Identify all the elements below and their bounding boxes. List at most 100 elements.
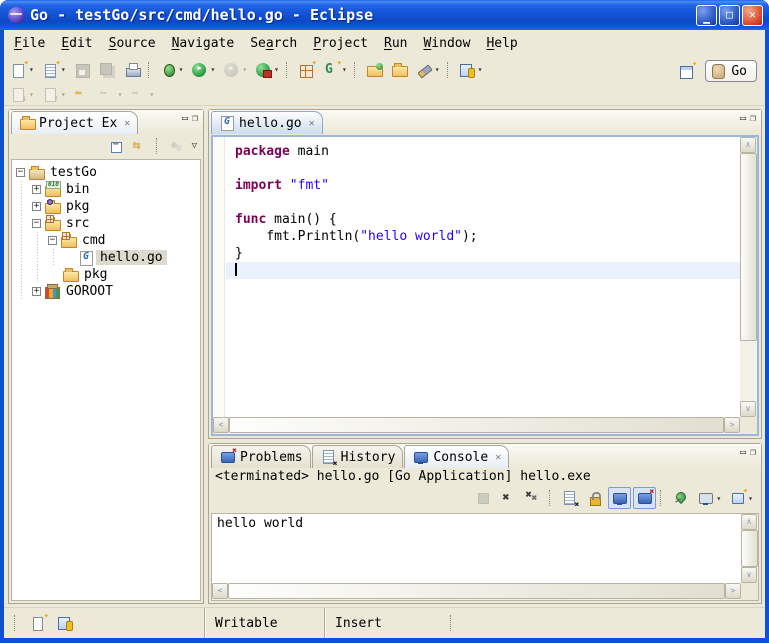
show-stderr-change-button[interactable] <box>633 487 656 509</box>
tab-hello-go[interactable]: hello.go ✕ <box>211 111 323 134</box>
new-wizard-button[interactable]: ▾ <box>7 59 37 81</box>
perspective-bar: Go <box>674 60 757 82</box>
dropdown-arrow-icon: ▾ <box>29 90 34 99</box>
code-line-4[interactable] <box>226 194 740 211</box>
title-bar[interactable]: Go - testGo/src/cmd/hello.go - Eclipse ▁… <box>0 0 769 30</box>
maximize-view-button[interactable]: ❐ <box>750 446 756 460</box>
scroll-down-icon[interactable]: ∨ <box>741 567 757 583</box>
tree-item-pkg[interactable]: pkg <box>12 266 200 283</box>
remove-launch-button[interactable] <box>497 487 520 509</box>
open-perspective-button[interactable] <box>675 60 698 82</box>
menu-window[interactable]: Window <box>415 33 478 54</box>
debug-last-launched-button[interactable] <box>363 59 386 81</box>
menu-search[interactable]: Search <box>242 33 305 54</box>
scroll-left-icon[interactable]: < <box>213 417 229 433</box>
tab-problems[interactable]: Problems <box>211 445 311 468</box>
fast-view-button[interactable] <box>27 612 50 634</box>
tree-item-cmd[interactable]: −cmd <box>12 232 200 249</box>
collapse-all-button[interactable] <box>104 136 127 156</box>
menu-navigate[interactable]: Navigate <box>164 33 243 54</box>
editor-horizontal-scrollbar[interactable]: < > <box>213 417 740 434</box>
minimize-view-button[interactable]: ▭ <box>182 112 188 126</box>
close-view-icon[interactable]: ✕ <box>495 452 501 463</box>
menu-edit[interactable]: Edit <box>53 33 100 54</box>
tree-item-testgo[interactable]: −testGo <box>12 164 200 181</box>
maximize-view-button[interactable]: ❐ <box>192 112 198 126</box>
code-area[interactable]: package main import "fmt" func main() { fm… <box>226 137 740 417</box>
collapse-icon[interactable]: − <box>32 219 41 228</box>
maximize-editor-button[interactable]: ❐ <box>750 112 756 126</box>
tab-history[interactable]: History <box>312 445 404 468</box>
scroll-lock-button[interactable] <box>583 487 606 509</box>
expand-icon[interactable]: + <box>32 287 41 296</box>
menu-source[interactable]: Source <box>101 33 164 54</box>
tree-item-pkg[interactable]: +pkg <box>12 198 200 215</box>
annotation-navigation-button[interactable]: ▾ <box>456 59 486 81</box>
close-editor-icon[interactable]: ✕ <box>309 118 315 129</box>
console-view-icon <box>412 449 429 465</box>
tree-item-hello-go[interactable]: hello.go <box>12 249 200 266</box>
code-line-5[interactable]: func main() { <box>226 211 740 228</box>
menu-project[interactable]: Project <box>305 33 376 54</box>
close-view-icon[interactable]: ✕ <box>124 118 130 129</box>
console-vertical-scrollbar[interactable]: ∧ ∨ <box>741 514 758 583</box>
console-horizontal-scrollbar[interactable]: < > <box>212 583 741 600</box>
console-content[interactable]: hello world ∧ ∨ < > <box>211 513 759 601</box>
menu-run[interactable]: Run <box>376 33 415 54</box>
clear-console-button[interactable] <box>558 487 581 509</box>
menu-help[interactable]: Help <box>478 33 525 54</box>
profile-icon <box>223 62 240 78</box>
remove-all-terminated-button[interactable] <box>522 487 545 509</box>
code-line-3[interactable]: import "fmt" <box>226 177 740 194</box>
display-selected-console-button[interactable]: ▾ <box>694 487 724 509</box>
editor-vertical-scrollbar[interactable]: ∧ ∨ <box>740 137 757 417</box>
tree-item-src[interactable]: −src <box>12 215 200 232</box>
scroll-up-icon[interactable]: ∧ <box>740 137 756 153</box>
annotation-navigation-button[interactable] <box>54 612 77 634</box>
expand-icon[interactable]: + <box>32 185 41 194</box>
saveall-icon <box>99 62 116 78</box>
collapse-icon[interactable]: − <box>16 168 25 177</box>
link-with-editor-button[interactable] <box>129 136 152 156</box>
run-button[interactable]: ▾ <box>188 59 218 81</box>
last-edit-location-button[interactable] <box>71 83 94 105</box>
new-go-element-button[interactable]: ▾ <box>39 59 69 81</box>
minimize-view-button[interactable]: ▭ <box>740 446 746 460</box>
tree-item-goroot[interactable]: +GOROOT <box>12 283 200 300</box>
external-tools-button[interactable]: ▾ <box>252 59 282 81</box>
menu-file[interactable]: File <box>6 33 53 54</box>
debug-button[interactable]: ▾ <box>157 59 187 81</box>
new-go-project-button[interactable] <box>295 59 318 81</box>
perspective-go-button[interactable]: Go <box>705 60 757 82</box>
collapse-icon[interactable]: − <box>48 236 57 245</box>
view-menu-icon[interactable]: ▽ <box>189 141 200 151</box>
minimize-editor-button[interactable]: ▭ <box>740 112 746 126</box>
new-go-app-button[interactable]: ▾ <box>320 59 350 81</box>
monitor-icon <box>697 490 714 506</box>
editor-content[interactable]: package main import "fmt" func main() { fm… <box>211 135 759 436</box>
run-last-launched-button[interactable] <box>388 59 411 81</box>
expand-icon[interactable]: + <box>32 202 41 211</box>
code-line-6[interactable]: fmt.Println("hello world"); <box>226 228 740 245</box>
minimize-button[interactable]: ▁ <box>696 5 717 26</box>
close-button[interactable]: ✕ <box>742 5 763 26</box>
pin-console-button[interactable] <box>669 487 692 509</box>
code-line-8[interactable] <box>226 262 740 279</box>
scroll-left-icon[interactable]: < <box>212 583 228 599</box>
code-line-7[interactable]: } <box>226 245 740 262</box>
open-console-button[interactable]: ▾ <box>726 487 756 509</box>
print-button[interactable] <box>121 59 144 81</box>
tab-console[interactable]: Console✕ <box>404 445 509 468</box>
tree-item-bin[interactable]: +010bin <box>12 181 200 198</box>
keyword-token: package <box>235 144 290 159</box>
show-stdout-change-button[interactable] <box>608 487 631 509</box>
maximize-button[interactable]: □ <box>719 5 740 26</box>
search-button[interactable]: ▾ <box>413 59 443 81</box>
tab-project-explorer[interactable]: Project Ex ✕ <box>11 111 138 134</box>
code-line-2[interactable] <box>226 160 740 177</box>
code-line-1[interactable]: package main <box>226 143 740 160</box>
scroll-right-icon[interactable]: > <box>724 417 740 433</box>
scroll-down-icon[interactable]: ∨ <box>740 401 756 417</box>
scroll-right-icon[interactable]: > <box>725 583 741 599</box>
scroll-up-icon[interactable]: ∧ <box>741 514 757 530</box>
